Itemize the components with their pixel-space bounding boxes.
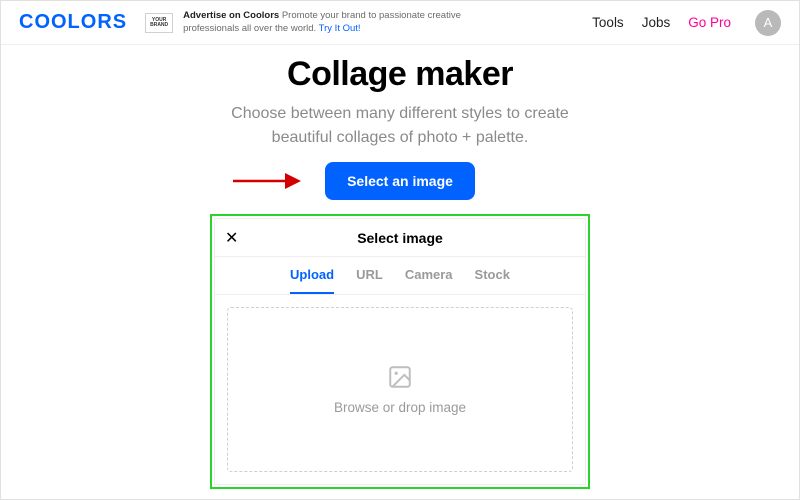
- select-image-modal: ✕ Select image Upload URL Camera Stock: [214, 218, 586, 485]
- dropzone-container: Browse or drop image: [215, 295, 585, 484]
- nav-tools[interactable]: Tools: [592, 15, 624, 30]
- app-frame: COOLORS YOUR BRAND Advertise on Coolors …: [0, 0, 800, 500]
- nav: Tools Jobs Go Pro A: [592, 10, 781, 36]
- dropzone-label: Browse or drop image: [334, 400, 466, 415]
- annotation-arrow-icon: [231, 170, 301, 192]
- header: COOLORS YOUR BRAND Advertise on Coolors …: [1, 1, 799, 45]
- image-icon: [387, 364, 413, 390]
- subtitle-line-2: beautiful collages of photo + palette.: [1, 126, 799, 150]
- tab-url[interactable]: URL: [356, 267, 383, 294]
- ad-link[interactable]: Try It Out!: [319, 23, 361, 34]
- dropzone[interactable]: Browse or drop image: [227, 307, 573, 472]
- avatar[interactable]: A: [755, 10, 781, 36]
- nav-go-pro[interactable]: Go Pro: [688, 15, 731, 30]
- ad-badge: YOUR BRAND: [145, 13, 173, 33]
- modal-title: Select image: [357, 230, 443, 246]
- tab-stock[interactable]: Stock: [475, 267, 510, 294]
- subtitle-line-1: Choose between many different styles to …: [1, 102, 799, 126]
- page-title: Collage maker: [1, 55, 799, 94]
- page-subtitle: Choose between many different styles to …: [1, 102, 799, 150]
- logo[interactable]: COOLORS: [19, 11, 127, 34]
- annotation-highlight: ✕ Select image Upload URL Camera Stock: [210, 214, 590, 489]
- ad-title: Advertise on Coolors: [183, 10, 279, 21]
- nav-jobs[interactable]: Jobs: [642, 15, 671, 30]
- ad-banner[interactable]: YOUR BRAND Advertise on Coolors Promote …: [145, 10, 463, 35]
- modal-header: ✕ Select image: [215, 219, 585, 257]
- tab-camera[interactable]: Camera: [405, 267, 453, 294]
- ad-text: Advertise on Coolors Promote your brand …: [183, 10, 463, 35]
- main: Collage maker Choose between many differ…: [1, 45, 799, 489]
- modal-tabs: Upload URL Camera Stock: [215, 257, 585, 295]
- close-icon[interactable]: ✕: [225, 228, 238, 248]
- tab-upload[interactable]: Upload: [290, 267, 334, 294]
- select-image-button[interactable]: Select an image: [325, 162, 475, 200]
- cta-row: Select an image: [1, 162, 799, 200]
